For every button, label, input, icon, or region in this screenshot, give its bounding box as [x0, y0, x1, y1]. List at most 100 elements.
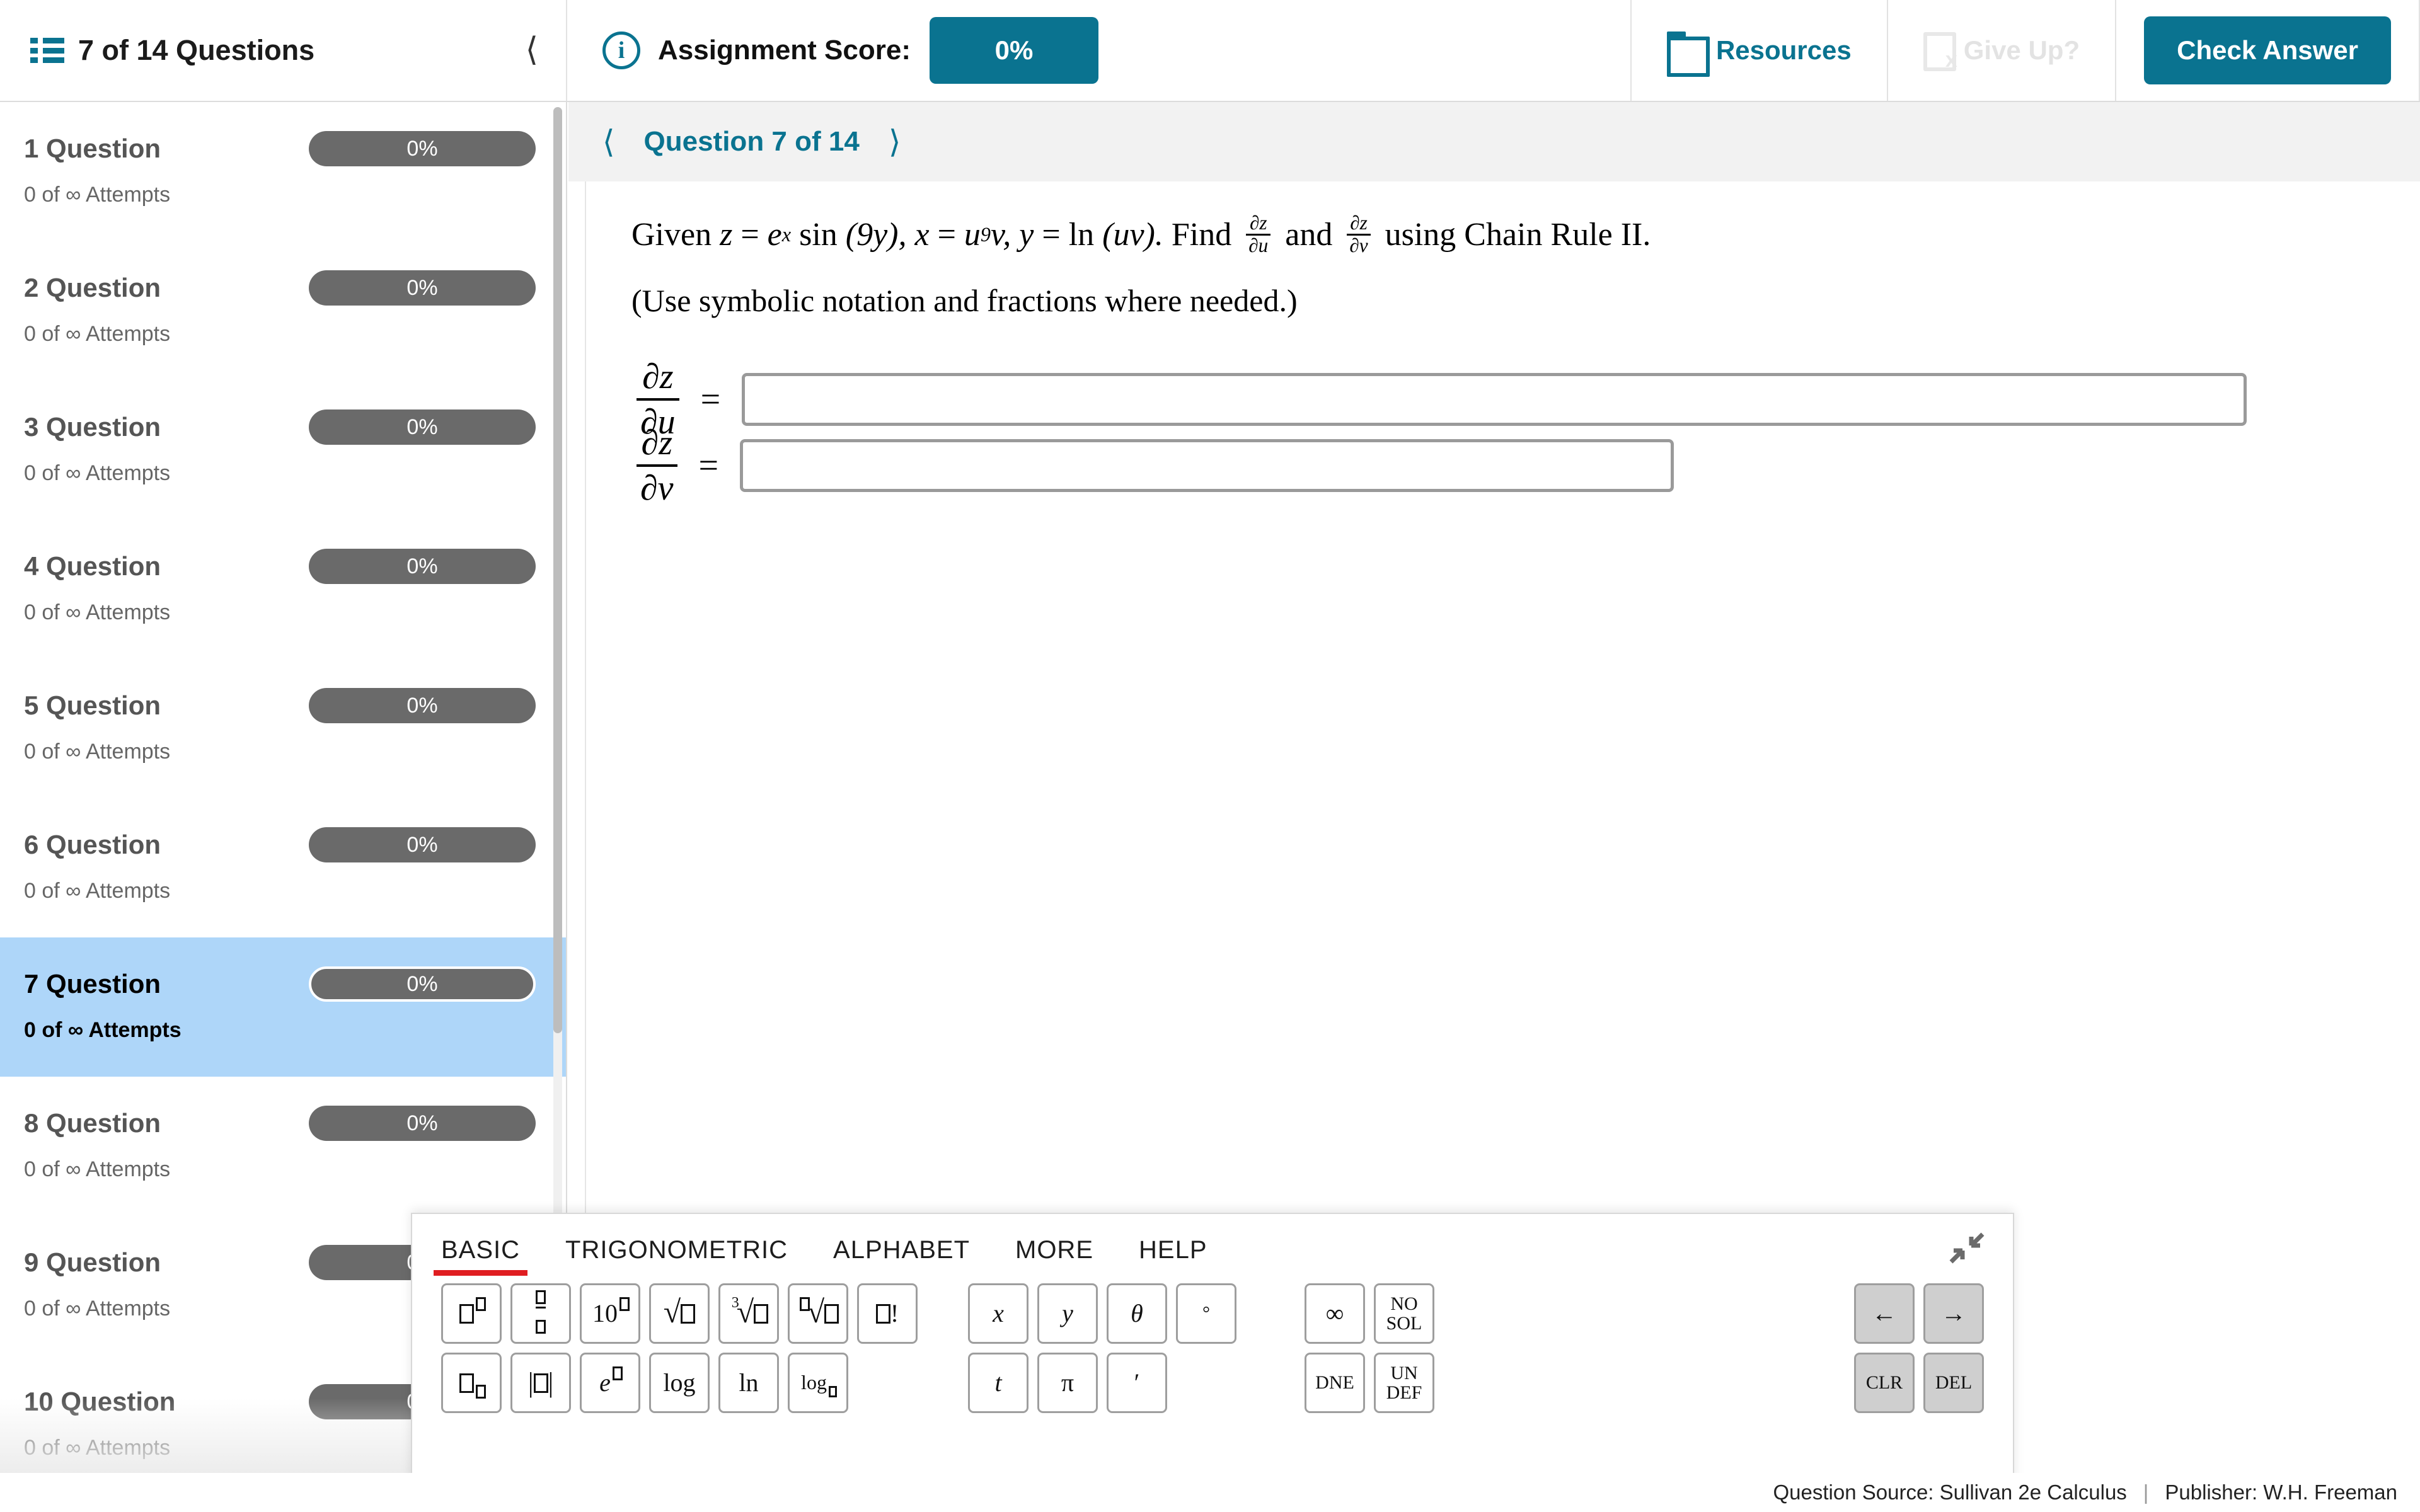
clear-key[interactable]: CLR	[1854, 1353, 1915, 1413]
x-exponent: 9	[980, 222, 991, 246]
question-item-attempts: 0 of ∞ Attempts	[24, 322, 171, 346]
question-list-item[interactable]: 3 Question 0% 0 of ∞ Attempts	[0, 381, 566, 520]
question-item-row: 4 Question 0%	[24, 549, 536, 584]
sidebar-scrollbar-thumb[interactable]	[553, 107, 562, 1033]
keyboard-tab-more[interactable]: MORE	[1015, 1236, 1093, 1276]
fraction-key[interactable]	[510, 1283, 571, 1344]
keyboard-tab-trigonometric[interactable]: TRIGONOMETRIC	[565, 1236, 788, 1276]
no-sol-key[interactable]: NO SOL	[1374, 1283, 1434, 1344]
absolute-value-key[interactable]: | |	[510, 1353, 571, 1413]
square-root-key[interactable]: √	[649, 1283, 710, 1344]
x-base: u	[964, 216, 981, 253]
partial-denominator-u: ∂u	[1246, 233, 1271, 256]
question-item-score: 0%	[309, 827, 536, 862]
answer-row-dv: ∂z ∂v =	[637, 424, 1674, 508]
check-answer-button[interactable]: Check Answer	[2144, 16, 2391, 84]
y-key[interactable]: y	[1037, 1283, 1098, 1344]
question-item-row: 5 Question 0%	[24, 688, 536, 723]
question-item-score: 0%	[309, 1106, 536, 1141]
question-list-item[interactable]: 4 Question 0% 0 of ∞ Attempts	[0, 520, 566, 659]
factorial-key[interactable]: !	[857, 1283, 918, 1344]
x-key[interactable]: x	[968, 1283, 1028, 1344]
nth-root-key[interactable]: √	[788, 1283, 848, 1344]
question-list-item[interactable]: 1 Question 0% 0 of ∞ Attempts	[0, 102, 566, 241]
question-list-item[interactable]: 7 Question 0% 0 of ∞ Attempts	[0, 937, 566, 1077]
dne-key[interactable]: DNE	[1305, 1353, 1365, 1413]
delete-key[interactable]: DEL	[1923, 1353, 1984, 1413]
question-item-title: 4 Question	[24, 551, 161, 581]
page-footer: Question Source: Sullivan 2e Calculus | …	[0, 1473, 2420, 1512]
keyboard-tab-basic[interactable]: BASIC	[433, 1236, 528, 1276]
header-action-buttons: Resources x Give Up? Check Answer	[1630, 0, 2420, 101]
give-up-button: x Give Up?	[1886, 0, 2115, 101]
question-counter-title: 7 of 14 Questions	[78, 34, 315, 66]
check-answer-cell: Check Answer	[2115, 0, 2420, 101]
arrow-left-key[interactable]: ←	[1854, 1283, 1915, 1344]
question-instruction-line: (Use symbolic notation and fractions whe…	[631, 283, 1298, 318]
keyboard-tab-alphabet[interactable]: ALPHABET	[833, 1236, 970, 1276]
question-item-title: 2 Question	[24, 273, 161, 302]
and-word: and	[1285, 216, 1333, 253]
y-key-label: y	[1062, 1299, 1073, 1327]
answer-input-du[interactable]	[742, 373, 2247, 427]
pi-key[interactable]: π	[1037, 1353, 1098, 1413]
answer-label-denominator-2: ∂v	[637, 464, 677, 508]
question-list-item[interactable]: 2 Question 0% 0 of ∞ Attempts	[0, 241, 566, 381]
infinity-key[interactable]: ∞	[1305, 1283, 1365, 1344]
e-exponent: x	[781, 222, 792, 246]
assignment-score-section: i Assignment Score: 0%	[567, 0, 1630, 101]
power-key[interactable]	[441, 1283, 502, 1344]
chevron-right-icon[interactable]: ⟩	[889, 126, 901, 158]
arrow-left-label: ←	[1872, 1299, 1897, 1327]
collapse-diagonal-icon[interactable]	[1947, 1230, 1985, 1266]
no-sol-line2: SOL	[1386, 1313, 1422, 1334]
given-word: Given	[631, 216, 712, 253]
question-item-title: 7 Question	[24, 969, 161, 999]
ten-power-key[interactable]: 10	[580, 1283, 640, 1344]
using-chain-rule-text: using Chain Rule II.	[1385, 216, 1651, 253]
arrow-right-key[interactable]: →	[1923, 1283, 1984, 1344]
question-list-toggle[interactable]	[30, 38, 64, 63]
undef-line1: UN	[1390, 1362, 1418, 1383]
equals-sign-2: =	[937, 216, 956, 253]
question-item-title: 1 Question	[24, 134, 161, 163]
ln-key[interactable]: ln	[718, 1353, 779, 1413]
question-item-title: 5 Question	[24, 690, 161, 720]
answer-label-partial-z-partial-v: ∂z ∂v	[637, 424, 677, 508]
question-list-item[interactable]: 6 Question 0% 0 of ∞ Attempts	[0, 798, 566, 937]
question-item-title: 3 Question	[24, 412, 161, 442]
subscript-key[interactable]	[441, 1353, 502, 1413]
question-item-score: 0%	[309, 549, 536, 584]
equals-sign-1: =	[740, 216, 759, 253]
e-power-key[interactable]: e	[580, 1353, 640, 1413]
keyboard-group-navigation: ← → CLR DEL	[1854, 1283, 1984, 1413]
answer-input-dv[interactable]	[740, 439, 1674, 493]
x-key-label: x	[993, 1299, 1004, 1327]
question-list-item[interactable]: 8 Question 0% 0 of ∞ Attempts	[0, 1077, 566, 1216]
resources-button[interactable]: Resources	[1630, 0, 1887, 101]
question-item-title: 10 Question	[24, 1387, 176, 1416]
undef-key[interactable]: UN DEF	[1374, 1353, 1434, 1413]
chevron-left-icon[interactable]: ⟨	[526, 34, 538, 67]
answer-label-numerator-1: ∂z	[642, 357, 674, 396]
chevron-left-icon[interactable]: ⟨	[602, 126, 615, 158]
math-keyboard-panel: BASIC TRIGONOMETRIC ALPHABET MORE HELP 10 √ …	[411, 1213, 2014, 1484]
question-statement-line-1: Given z = ex sin (9y), x = u 9 v, y = ln (…	[631, 212, 1651, 256]
question-item-title: 6 Question	[24, 830, 161, 859]
theta-key[interactable]: θ	[1107, 1283, 1167, 1344]
give-up-label: Give Up?	[1963, 35, 2080, 65]
answer-equals-2: =	[698, 446, 719, 486]
question-item-title: 8 Question	[24, 1108, 161, 1138]
keyboard-tab-help[interactable]: HELP	[1139, 1236, 1207, 1276]
footer-separator: |	[2143, 1480, 2149, 1504]
cube-root-key[interactable]: 3 √	[718, 1283, 779, 1344]
prime-key[interactable]: ′	[1107, 1353, 1167, 1413]
log-key[interactable]: log	[649, 1353, 710, 1413]
question-list-item[interactable]: 5 Question 0% 0 of ∞ Attempts	[0, 659, 566, 798]
degree-key[interactable]: °	[1176, 1283, 1236, 1344]
t-key[interactable]: t	[968, 1353, 1028, 1413]
log-base-key[interactable]: log	[788, 1353, 848, 1413]
info-icon[interactable]: i	[602, 32, 640, 69]
infinity-key-label: ∞	[1325, 1299, 1344, 1327]
partial-numerator-2: ∂z	[1350, 212, 1368, 234]
